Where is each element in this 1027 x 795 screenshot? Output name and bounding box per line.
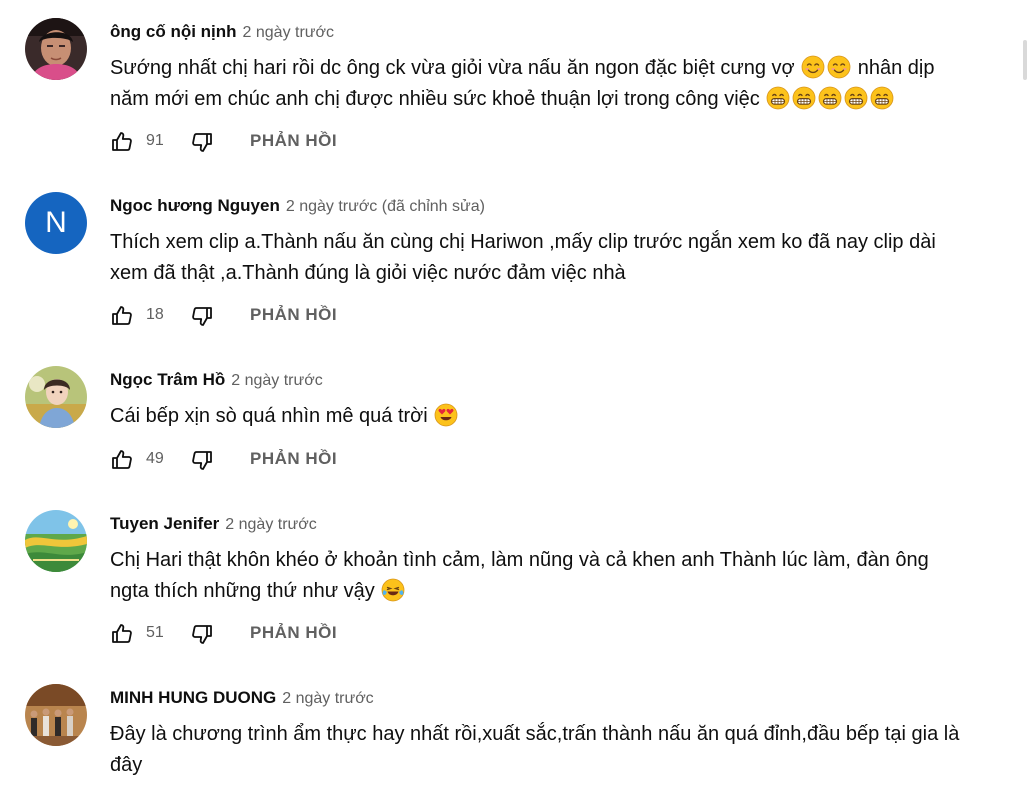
comment-timestamp[interactable]: 2 ngày trước (đã chỉnh sửa) <box>286 198 485 215</box>
author-name[interactable]: MINH HUNG DUONG <box>110 688 276 707</box>
grinning-face-emoji <box>844 86 868 110</box>
comment-timestamp[interactable]: 2 ngày trước <box>243 24 334 41</box>
comment-text: Cái bếp xịn sò quá nhìn mê quá trời <box>110 401 1010 432</box>
comment-timestamp[interactable]: 2 ngày trước <box>231 372 322 389</box>
thumb-up-icon[interactable] <box>110 130 134 154</box>
avatar-letter: N <box>45 206 67 239</box>
reply-button[interactable]: PHẢN HỒI <box>250 305 337 325</box>
reply-button[interactable]: PHẢN HỒI <box>250 449 337 469</box>
like-count: 91 <box>146 132 164 149</box>
grinning-face-emoji <box>792 86 816 110</box>
comment-text-line: Đây là chương trình ẩm thực hay nhất rồi… <box>110 723 960 745</box>
thumb-down-icon[interactable] <box>190 130 214 154</box>
thumb-down-icon[interactable] <box>190 622 214 646</box>
comment-text-line: Thích xem clip a.Thành nấu ăn cùng chị H… <box>110 231 936 253</box>
comment-header: ông cố nội nịnh 2 ngày trước <box>110 22 334 43</box>
comment-text-line: Cái bếp xịn sò quá nhìn mê quá trời <box>110 405 428 427</box>
comment-header: Ngọc Trâm Hồ 2 ngày trước <box>110 370 323 391</box>
comment-timestamp[interactable]: 2 ngày trước <box>225 516 316 533</box>
like-count: 49 <box>146 450 164 467</box>
comment-text: Chị Hari thật khôn khéo ở khoản tình cảm… <box>110 545 1010 607</box>
thumb-up-icon[interactable] <box>110 622 134 646</box>
scrollbar-thumb[interactable] <box>1023 40 1027 80</box>
comment-text: Sướng nhất chị hari rồi dc ông ck vừa gi… <box>110 53 1010 115</box>
avatar[interactable]: N <box>25 192 87 254</box>
avatar[interactable] <box>25 684 87 746</box>
comment-text-line: năm mới em chúc anh chị được nhiều sức k… <box>110 88 760 110</box>
comment-text-line: ngta thích những thứ như vậy <box>110 580 375 602</box>
scrollbar[interactable] <box>1023 0 1027 795</box>
thumb-down-icon[interactable] <box>190 448 214 472</box>
smiling-face-emoji <box>827 55 851 79</box>
comment-text-line: nhân dịp <box>857 57 935 79</box>
author-name[interactable]: Ngoc hương Nguyen <box>110 196 280 215</box>
comment-text-line: Chị Hari thật khôn khéo ở khoản tình cảm… <box>110 549 929 571</box>
reply-button[interactable]: PHẢN HỒI <box>250 131 337 151</box>
heart-eyes-emoji <box>434 403 458 427</box>
grinning-face-emoji <box>818 86 842 110</box>
thumb-down-icon[interactable] <box>190 304 214 328</box>
author-name[interactable]: Ngọc Trâm Hồ <box>110 370 225 389</box>
thumb-up-icon[interactable] <box>110 448 134 472</box>
avatar[interactable] <box>25 18 87 80</box>
comment-item: N Ngoc hương Nguyen 2 ngày trước (đã chỉn… <box>0 174 1020 344</box>
comment-item: Tuyen Jenifer 2 ngày trước Chị Hari thật … <box>0 492 1020 662</box>
author-name[interactable]: ông cố nội nịnh <box>110 22 237 41</box>
comment-text: Thích xem clip a.Thành nấu ăn cùng chị H… <box>110 227 1010 289</box>
comment-text-line: đây <box>110 754 143 776</box>
comment-item: ông cố nội nịnh 2 ngày trước Sướng nhất c… <box>0 0 1020 170</box>
reply-button[interactable]: PHẢN HỒI <box>250 623 337 643</box>
laughing-tears-emoji <box>381 578 405 602</box>
comment-item: Ngọc Trâm Hồ 2 ngày trước Cái bếp xịn sò … <box>0 348 1020 488</box>
comment-header: Ngoc hương Nguyen 2 ngày trước (đã chỉnh … <box>110 196 485 217</box>
comment-item: MINH HUNG DUONG 2 ngày trước Đây là chươn… <box>0 666 1020 795</box>
comment-text-line: xem đã thật ,a.Thành đúng là giỏi việc n… <box>110 262 626 284</box>
smiling-face-emoji <box>801 55 825 79</box>
comment-timestamp[interactable]: 2 ngày trước <box>282 690 373 707</box>
author-name[interactable]: Tuyen Jenifer <box>110 514 219 533</box>
thumb-up-icon[interactable] <box>110 304 134 328</box>
grinning-face-emoji <box>870 86 894 110</box>
avatar[interactable] <box>25 510 87 572</box>
comment-header: MINH HUNG DUONG 2 ngày trước <box>110 688 374 709</box>
avatar[interactable] <box>25 366 87 428</box>
like-count: 18 <box>146 306 164 323</box>
grinning-face-emoji <box>766 86 790 110</box>
comment-header: Tuyen Jenifer 2 ngày trước <box>110 514 317 535</box>
comment-text-line: Sướng nhất chị hari rồi dc ông ck vừa gi… <box>110 57 795 79</box>
like-count: 51 <box>146 624 164 641</box>
comment-text: Đây là chương trình ẩm thực hay nhất rồi… <box>110 719 1010 781</box>
